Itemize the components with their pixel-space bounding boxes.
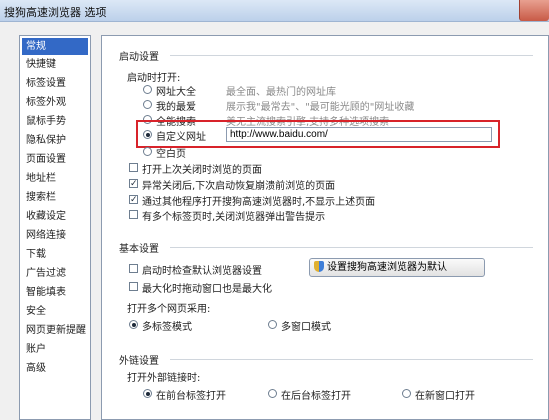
sidebar-item-tab-appearance[interactable]: 标签外观 xyxy=(22,94,88,111)
crash-recovery-label: 异常关闭后,下次启动恢复崩溃前浏览的页面 xyxy=(142,181,336,192)
set-default-browser-button[interactable]: 设置搜狗高速浏览器为默认 xyxy=(309,258,485,277)
multi-window-mode-label: 多窗口模式 xyxy=(281,322,331,333)
url-directory-desc: 最全面、最热门的网址库 xyxy=(226,87,336,98)
sidebar-item-page-settings[interactable]: 页面设置 xyxy=(22,151,88,168)
close-button[interactable] xyxy=(519,0,549,21)
multi-page-label: 打开多个网页采用: xyxy=(127,304,211,315)
close-warning-label: 有多个标签页时,关闭浏览器弹出警告提示 xyxy=(142,212,326,223)
radio-multi-window-mode[interactable] xyxy=(268,320,277,329)
restore-last-session-label: 打开上次关闭时浏览的页面 xyxy=(142,165,262,176)
highlight-box xyxy=(136,120,500,148)
sidebar-item-privacy[interactable]: 隐私保护 xyxy=(22,132,88,149)
radio-new-window[interactable] xyxy=(402,389,411,398)
title-bar: 搜狗高速浏览器 选项 xyxy=(0,0,549,22)
checkbox-maximize-drag[interactable] xyxy=(129,282,138,291)
radio-url-directory-label: 网址大全 xyxy=(156,87,196,98)
sidebar-item-tab-settings[interactable]: 标签设置 xyxy=(22,75,88,92)
radio-foreground-tab[interactable] xyxy=(143,389,152,398)
radio-url-directory[interactable] xyxy=(143,85,152,94)
external-group-divider xyxy=(170,359,533,360)
sidebar-item-security[interactable]: 安全 xyxy=(22,303,88,320)
sidebar-item-page-update[interactable]: 网页更新提醒 xyxy=(22,322,88,339)
hide-on-external-open-label: 通过其他程序打开搜狗高速浏览器时,不显示上述页面 xyxy=(142,197,376,208)
checkbox-crash-recovery[interactable]: ✓ xyxy=(129,179,138,189)
sidebar-item-favorites[interactable]: 收藏设定 xyxy=(22,208,88,225)
radio-blank-page[interactable] xyxy=(143,147,152,156)
sidebar: 常规 快捷键 标签设置 标签外观 鼠标手势 隐私保护 页面设置 地址栏 搜索栏 … xyxy=(19,35,91,420)
checkbox-hide-on-external-open[interactable]: ✓ xyxy=(129,195,138,205)
startup-open-label: 启动时打开: xyxy=(127,73,181,84)
startup-group-divider xyxy=(170,55,533,56)
sidebar-item-network[interactable]: 网络连接 xyxy=(22,227,88,244)
sidebar-item-ad-filter[interactable]: 广告过滤 xyxy=(22,265,88,282)
radio-my-favorites[interactable] xyxy=(143,100,152,109)
checkbox-restore-last-session[interactable] xyxy=(129,163,138,172)
my-favorites-desc: 展示我"最常去"、"最可能光顾的"网址收藏 xyxy=(226,102,415,113)
window-title: 搜狗高速浏览器 选项 xyxy=(4,6,107,19)
sidebar-item-download[interactable]: 下载 xyxy=(22,246,88,263)
radio-blank-page-label: 空白页 xyxy=(156,149,186,160)
sidebar-item-autofill[interactable]: 智能填表 xyxy=(22,284,88,301)
multi-tab-mode-label: 多标签模式 xyxy=(142,322,192,333)
foreground-tab-label: 在前台标签打开 xyxy=(156,391,226,402)
radio-background-tab[interactable] xyxy=(268,389,277,398)
sidebar-item-search-bar[interactable]: 搜索栏 xyxy=(22,189,88,206)
checkbox-check-default-browser[interactable] xyxy=(129,264,138,273)
sidebar-item-shortcuts[interactable]: 快捷键 xyxy=(22,56,88,73)
sidebar-item-advanced[interactable]: 高级 xyxy=(22,360,88,377)
radio-multi-tab-mode[interactable] xyxy=(129,320,138,329)
check-default-browser-label: 启动时检查默认浏览器设置 xyxy=(142,266,262,277)
basic-group-divider xyxy=(170,247,533,248)
radio-my-favorites-label: 我的最爱 xyxy=(156,102,196,113)
background-tab-label: 在后台标签打开 xyxy=(281,391,351,402)
set-default-browser-label: 设置搜狗高速浏览器为默认 xyxy=(327,262,447,273)
basic-group-title: 基本设置 xyxy=(119,244,159,255)
shield-icon xyxy=(314,261,324,272)
sidebar-item-mouse-gestures[interactable]: 鼠标手势 xyxy=(22,113,88,130)
maximize-drag-label: 最大化时拖动窗口也是最大化 xyxy=(142,284,272,295)
sidebar-item-address-bar[interactable]: 地址栏 xyxy=(22,170,88,187)
external-group-title: 外链设置 xyxy=(119,356,159,367)
new-window-label: 在新窗口打开 xyxy=(415,391,475,402)
external-open-label: 打开外部链接时: xyxy=(127,373,201,384)
startup-group-title: 启动设置 xyxy=(119,52,159,63)
checkbox-close-warning[interactable] xyxy=(129,210,138,219)
sidebar-item-general[interactable]: 常规 xyxy=(22,38,88,55)
sidebar-item-account[interactable]: 账户 xyxy=(22,341,88,358)
